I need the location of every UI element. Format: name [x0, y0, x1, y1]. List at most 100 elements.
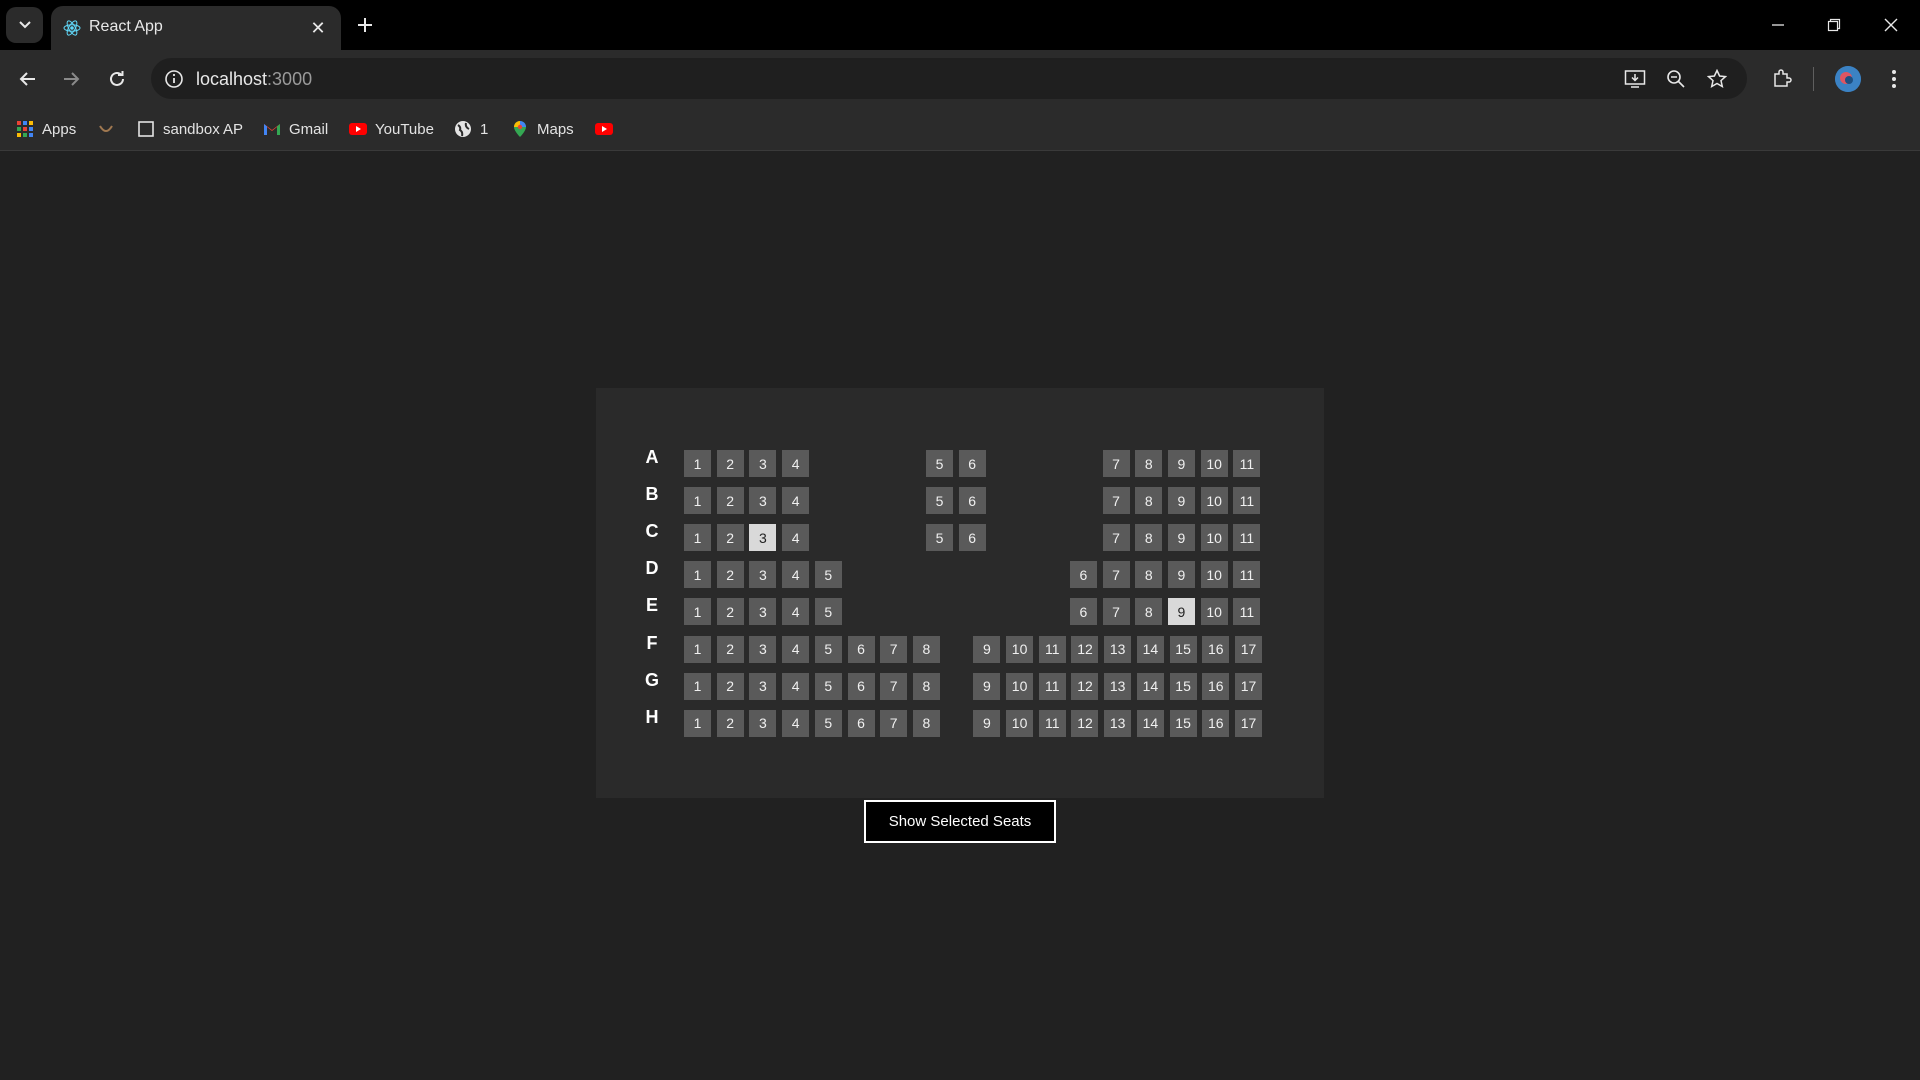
seat-g16[interactable]: 16 [1202, 672, 1230, 700]
seat-d2[interactable]: 2 [716, 561, 744, 589]
show-selected-seats-button[interactable]: Show Selected Seats [864, 800, 1056, 843]
seat-d6[interactable]: 6 [1069, 561, 1097, 589]
tab-search-button[interactable] [6, 7, 43, 43]
seat-b7[interactable]: 7 [1102, 487, 1130, 515]
new-tab-button[interactable] [352, 12, 378, 38]
install-app-icon[interactable] [1623, 67, 1647, 91]
menu-button[interactable] [1879, 64, 1909, 94]
seat-b8[interactable]: 8 [1135, 487, 1163, 515]
seat-a6[interactable]: 6 [958, 450, 986, 477]
seat-f6[interactable]: 6 [847, 635, 875, 663]
seat-a9[interactable]: 9 [1167, 450, 1195, 477]
seat-g12[interactable]: 12 [1071, 672, 1099, 700]
seat-f9[interactable]: 9 [973, 635, 1001, 663]
seat-f7[interactable]: 7 [880, 635, 908, 663]
seat-f3[interactable]: 3 [749, 635, 777, 663]
seat-c1[interactable]: 1 [684, 524, 711, 552]
seat-a11[interactable]: 11 [1233, 450, 1261, 477]
bookmark-one[interactable]: 1 [454, 117, 488, 141]
restore-button[interactable] [1819, 10, 1849, 40]
seat-h7[interactable]: 7 [880, 709, 908, 737]
extensions-button[interactable] [1767, 64, 1797, 94]
seat-c8[interactable]: 8 [1135, 524, 1163, 552]
seat-a7[interactable]: 7 [1102, 450, 1130, 477]
seat-h6[interactable]: 6 [847, 709, 875, 737]
seat-c7[interactable]: 7 [1102, 524, 1130, 552]
seat-b4[interactable]: 4 [782, 487, 810, 515]
seat-g2[interactable]: 2 [716, 672, 744, 700]
seat-g11[interactable]: 11 [1038, 672, 1066, 700]
seat-f16[interactable]: 16 [1202, 635, 1230, 663]
seat-h1[interactable]: 1 [684, 709, 711, 737]
zoom-icon[interactable] [1664, 67, 1688, 91]
seat-a10[interactable]: 10 [1200, 450, 1228, 477]
seat-d5[interactable]: 5 [814, 561, 842, 589]
seat-e3[interactable]: 3 [749, 598, 777, 626]
seat-h15[interactable]: 15 [1169, 709, 1197, 737]
seat-h12[interactable]: 12 [1071, 709, 1099, 737]
bookmark-smile[interactable] [97, 117, 115, 141]
seat-f11[interactable]: 11 [1038, 635, 1066, 663]
seat-g10[interactable]: 10 [1006, 672, 1034, 700]
seat-c5[interactable]: 5 [925, 524, 953, 552]
seat-h4[interactable]: 4 [782, 709, 810, 737]
back-button[interactable] [13, 64, 43, 94]
forward-button[interactable] [56, 64, 86, 94]
seat-h9[interactable]: 9 [973, 709, 1001, 737]
info-icon[interactable] [163, 68, 185, 90]
seat-d4[interactable]: 4 [782, 561, 810, 589]
seat-g14[interactable]: 14 [1136, 672, 1164, 700]
seat-e8[interactable]: 8 [1135, 598, 1163, 626]
seat-c3[interactable]: 3 [749, 524, 777, 552]
seat-h8[interactable]: 8 [912, 709, 940, 737]
seat-d7[interactable]: 7 [1102, 561, 1130, 589]
seat-b1[interactable]: 1 [684, 487, 711, 515]
bookmark-youtube[interactable]: YouTube [349, 117, 434, 141]
seat-g7[interactable]: 7 [880, 672, 908, 700]
seat-c2[interactable]: 2 [716, 524, 744, 552]
seat-a3[interactable]: 3 [749, 450, 777, 477]
seat-a8[interactable]: 8 [1135, 450, 1163, 477]
seat-h13[interactable]: 13 [1104, 709, 1132, 737]
seat-a4[interactable]: 4 [782, 450, 810, 477]
seat-d3[interactable]: 3 [749, 561, 777, 589]
seat-e11[interactable]: 11 [1233, 598, 1261, 626]
seat-e5[interactable]: 5 [814, 598, 842, 626]
seat-g5[interactable]: 5 [814, 672, 842, 700]
seat-a2[interactable]: 2 [716, 450, 744, 477]
url-text[interactable]: localhost:3000 [196, 69, 312, 90]
seat-f15[interactable]: 15 [1169, 635, 1197, 663]
bookmark-apps[interactable]: Apps [16, 117, 76, 141]
seat-g3[interactable]: 3 [749, 672, 777, 700]
seat-g1[interactable]: 1 [684, 672, 711, 700]
seat-a1[interactable]: 1 [684, 450, 711, 477]
seat-h16[interactable]: 16 [1202, 709, 1230, 737]
seat-g4[interactable]: 4 [782, 672, 810, 700]
address-bar[interactable]: localhost:3000 [151, 58, 1747, 99]
seat-f8[interactable]: 8 [912, 635, 940, 663]
seat-g15[interactable]: 15 [1169, 672, 1197, 700]
seat-f17[interactable]: 17 [1234, 635, 1262, 663]
seat-c10[interactable]: 10 [1200, 524, 1228, 552]
seat-g6[interactable]: 6 [847, 672, 875, 700]
seat-g8[interactable]: 8 [912, 672, 940, 700]
seat-g13[interactable]: 13 [1104, 672, 1132, 700]
seat-c6[interactable]: 6 [958, 524, 986, 552]
browser-tab-active[interactable]: React App ✕ [51, 6, 341, 50]
seat-h3[interactable]: 3 [749, 709, 777, 737]
seat-f5[interactable]: 5 [814, 635, 842, 663]
seat-b9[interactable]: 9 [1167, 487, 1195, 515]
seat-g9[interactable]: 9 [973, 672, 1001, 700]
seat-f1[interactable]: 1 [684, 635, 711, 663]
bookmark-youtube-2[interactable] [595, 117, 613, 141]
seat-f4[interactable]: 4 [782, 635, 810, 663]
seat-d8[interactable]: 8 [1135, 561, 1163, 589]
seat-b2[interactable]: 2 [716, 487, 744, 515]
seat-e1[interactable]: 1 [684, 598, 711, 626]
seat-e2[interactable]: 2 [716, 598, 744, 626]
seat-c9[interactable]: 9 [1167, 524, 1195, 552]
seat-g17[interactable]: 17 [1234, 672, 1262, 700]
seat-b6[interactable]: 6 [958, 487, 986, 515]
tab-close-icon[interactable]: ✕ [307, 17, 329, 39]
seat-f2[interactable]: 2 [716, 635, 744, 663]
